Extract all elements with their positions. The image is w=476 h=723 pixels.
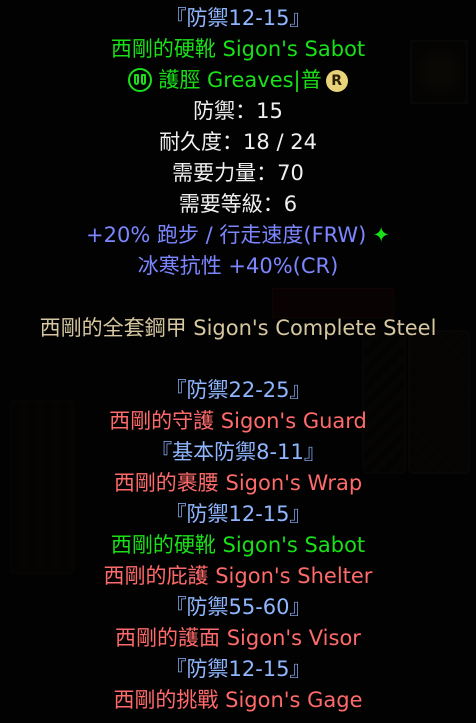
item-tooltip: 『防禦12-15』 西剛的硬靴 Sigon's Sabot 護脛 Greaves… (0, 0, 476, 723)
greaves-icon (128, 68, 153, 92)
base-type: 護脛 Greaves|普 (158, 68, 322, 92)
magic-prop-text: +20% 跑步 / 行走速度(FRW) (86, 223, 367, 247)
set-piece-missing: 西剛的裹腰 Sigon's Wrap (113, 471, 363, 495)
base-type-row: 護脛 Greaves|普 R (0, 65, 476, 95)
required-strength: 需要力量：70 (172, 161, 304, 185)
defense-value: 防禦：15 (193, 99, 283, 123)
set-piece-missing: 西剛的挑戰 Sigon's Gage (113, 688, 363, 712)
set-piece-missing: 西剛的庇護 Sigon's Shelter (103, 564, 373, 588)
defense-range: 『防禦12-15』 (165, 6, 311, 30)
set-piece-range: 『基本防禦8-11』 (151, 440, 325, 464)
set-piece-equipped: 西剛的硬靴 Sigon's Sabot (110, 533, 366, 557)
required-level: 需要等級：6 (178, 192, 298, 216)
set-piece-range: 『防禦22-25』 (165, 378, 311, 402)
magic-prop-frw: +20% 跑步 / 行走速度(FRW) ✦ (0, 220, 476, 250)
set-piece-range: 『防禦12-15』 (165, 657, 311, 681)
magic-prop-cr: 冰寒抗性 +40%(CR) (137, 254, 339, 278)
set-piece-range: 『防禦12-15』 (165, 502, 311, 526)
set-name: 西剛的全套鋼甲 Sigon's Complete Steel (39, 316, 437, 340)
item-name: 西剛的硬靴 Sigon's Sabot (110, 37, 366, 61)
durability: 耐久度：18 / 24 (159, 130, 317, 154)
sparkle-icon: ✦ (372, 223, 390, 247)
set-piece-missing: 西剛的守護 Sigon's Guard (109, 409, 367, 433)
tier-badge: R (325, 70, 348, 92)
set-piece-missing: 西剛的護面 Sigon's Visor (115, 626, 361, 650)
set-piece-range: 『防禦55-60』 (165, 595, 311, 619)
